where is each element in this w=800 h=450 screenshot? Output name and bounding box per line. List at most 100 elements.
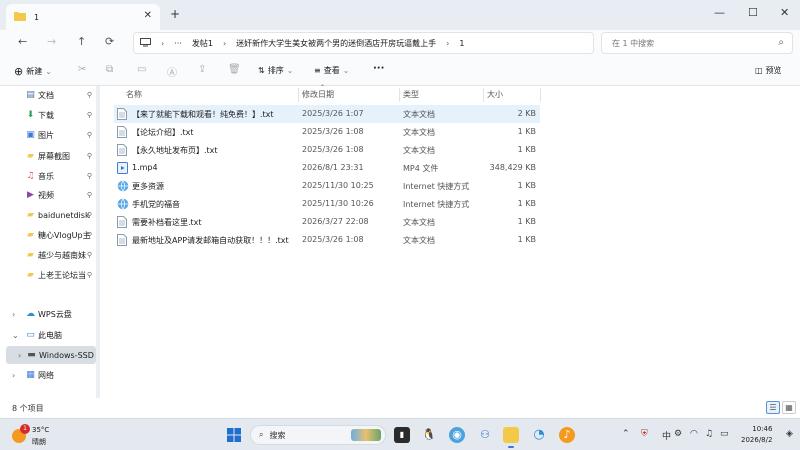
pin-icon: ⚲ — [86, 191, 92, 199]
column-header-size[interactable]: 大小 — [487, 89, 503, 100]
pin-icon: ⚲ — [86, 251, 92, 259]
file-row[interactable]: 手机党的福音 2025/11/30 10:26 Internet 快捷方式 1 KB — [114, 195, 540, 213]
column-divider[interactable] — [298, 88, 299, 102]
pin-icon: ⚲ — [86, 131, 92, 139]
column-header-date[interactable]: 修改日期 — [302, 89, 334, 100]
column-divider[interactable] — [540, 88, 541, 102]
maximize-button[interactable]: ☐ — [748, 6, 758, 19]
breadcrumb-item[interactable]: 发帖1 — [192, 38, 213, 49]
file-row[interactable]: 【永久地址发布页】.txt 2025/3/26 1:08 文本文档 1 KB — [114, 141, 540, 159]
file-row[interactable]: 最新地址及APP请发邮箱自动获取！！！.txt 2025/3/26 1:08 文本文… — [114, 231, 540, 249]
sidebar-item[interactable]: › ▬ Windows-SSD — [6, 346, 96, 364]
preview-button[interactable]: ◫ 预览 — [755, 65, 782, 76]
qq-icon[interactable]: 🐧 — [421, 427, 437, 443]
sidebar-item[interactable]: › ▦ 网络 — [0, 366, 96, 384]
ime-indicator[interactable]: 中 — [662, 429, 671, 442]
search-input[interactable]: 在 1 中搜索 ⌕ — [601, 32, 793, 54]
sort-button[interactable]: ⇅ 排序 ⌄ — [258, 65, 293, 76]
forward-button[interactable]: → — [47, 35, 56, 48]
chevron-right-icon[interactable]: › — [18, 351, 21, 360]
new-button[interactable]: ⊕ 新建 ⌄ — [14, 65, 52, 78]
browser-icon[interactable]: ◉ — [449, 427, 465, 443]
battery-icon[interactable]: ▭ — [720, 429, 729, 439]
sidebar-item-label: 音乐 — [38, 171, 54, 181]
column-header-type[interactable]: 类型 — [403, 89, 419, 100]
minimize-button[interactable]: — — [714, 6, 725, 19]
delete-icon[interactable]: 🗑 — [228, 64, 241, 75]
edge-icon[interactable]: ◔ — [531, 427, 547, 443]
security-icon[interactable]: ⛨ — [641, 429, 648, 439]
column-header-name[interactable]: 名称 — [126, 89, 142, 100]
back-button[interactable]: ← — [18, 35, 27, 48]
file-date: 2025/3/26 1:08 — [302, 127, 364, 136]
search-placeholder: 在 1 中搜索 — [612, 38, 655, 48]
wifi-icon[interactable]: ◠ — [690, 429, 698, 439]
close-window-button[interactable]: ✕ — [780, 6, 789, 19]
address-bar[interactable]: › ··· 发帖1 › 迷奸新作大学生美女被两个男的迷倒酒店开房玩逼戴上手 › … — [133, 32, 594, 54]
task-view-icon[interactable]: ▮ — [394, 427, 410, 443]
file-row[interactable]: 更多资源 2025/11/30 10:25 Internet 快捷方式 1 KB — [114, 177, 540, 195]
sidebar-item[interactable]: ⬇ 下载 ⚲ — [0, 106, 96, 124]
sidebar-item[interactable]: ▰ 越少与越南妹 ⚲ — [0, 246, 96, 264]
sidebar-item[interactable]: ▤ 文档 ⚲ — [0, 86, 96, 104]
more-locations-button[interactable]: ··· — [174, 39, 182, 48]
tab-current[interactable]: 1 ✕ — [6, 4, 160, 30]
rename-icon[interactable]: Ⓐ — [167, 64, 177, 79]
chevron-right-icon[interactable]: › — [12, 310, 15, 319]
file-row[interactable]: 【论坛介绍】.txt 2025/3/26 1:08 文本文档 1 KB — [114, 123, 540, 141]
main-area: ▤ 文档 ⚲ ⬇ 下载 ⚲ ▣ 图片 ⚲ ▰ 屏幕截图 ⚲ ♫ 音乐 ⚲ ▶ 视频 ⚲ ▰ baidunetdisk ⚲… — [0, 84, 800, 398]
tray-overflow-icon[interactable]: ⌃ — [622, 429, 630, 439]
file-size: 348,429 KB — [489, 163, 536, 172]
sidebar-item[interactable]: ▰ 糖心VlogUp主 ⚲ — [0, 226, 96, 244]
text-file-icon — [117, 126, 128, 138]
sidebar-item[interactable]: ▰ 屏幕截图 ⚲ — [0, 147, 96, 165]
sidebar-item[interactable]: ♫ 音乐 ⚲ — [0, 167, 96, 185]
file-explorer-icon[interactable] — [503, 427, 519, 448]
text-file-icon — [117, 216, 128, 228]
file-row[interactable]: 【来了就能下载和观看！纯免费！】.txt 2025/3/26 1:07 文本文档 2 … — [114, 105, 540, 123]
breadcrumb-item[interactable]: 1 — [459, 39, 464, 48]
sidebar-item[interactable]: ▶ 视频 ⚲ — [0, 186, 96, 204]
breadcrumb-item[interactable]: 迷奸新作大学生美女被两个男的迷倒酒店开房玩逼戴上手 — [236, 38, 436, 49]
column-divider[interactable] — [399, 88, 400, 102]
sidebar-item-label: 上老王论坛当 — [38, 270, 86, 280]
sidebar-scrollbar[interactable] — [96, 86, 100, 398]
view-icon: ≡ — [314, 66, 321, 75]
sidebar-item-label: 文档 — [38, 90, 54, 100]
details-view-button[interactable]: ☰ — [766, 401, 780, 414]
sidebar-item[interactable]: › ☁ WPS云盘 — [0, 305, 96, 323]
sidebar-item[interactable]: ▰ 上老王论坛当 ⚲ — [0, 266, 96, 284]
network-app-icon[interactable]: ⚇ — [477, 427, 493, 443]
copy-icon[interactable]: ⧉ — [106, 64, 113, 75]
new-button-label: 新建 — [26, 67, 43, 76]
chevron-right-icon[interactable]: › — [12, 371, 15, 380]
start-button[interactable] — [226, 428, 242, 444]
volume-icon[interactable]: ♫ — [705, 429, 713, 439]
media-player-icon[interactable]: ♪ — [559, 427, 575, 443]
tiles-view-button[interactable]: ▦ — [782, 401, 796, 414]
file-date: 2025/11/30 10:25 — [302, 181, 374, 190]
file-row[interactable]: 1.mp4 2026/8/1 23:31 MP4 文件 348,429 KB — [114, 159, 540, 177]
up-button[interactable]: ↑ — [77, 35, 86, 48]
taskbar-search[interactable]: ⌕ 搜索 — [250, 425, 386, 445]
clock[interactable]: 10:46 2026/8/2 — [741, 424, 772, 446]
file-size: 2 KB — [517, 109, 536, 118]
file-date: 2025/3/26 1:08 — [302, 145, 364, 154]
column-divider[interactable] — [483, 88, 484, 102]
ime-settings-icon[interactable]: ⚙ — [674, 429, 682, 439]
sidebar-item[interactable]: ▰ baidunetdisk ⚲ — [0, 206, 96, 224]
sidebar-item[interactable]: ▣ 图片 ⚲ — [0, 126, 96, 144]
sidebar-item-label: Windows-SSD — [39, 350, 94, 360]
file-row[interactable]: 需要补档看这里.txt 2026/3/27 22:08 文本文档 1 KB — [114, 213, 540, 231]
chevron-down-icon[interactable]: ⌄ — [12, 331, 19, 340]
sidebar-item[interactable]: ⌄ ▭ 此电脑 — [0, 326, 96, 344]
refresh-button[interactable]: ⟳ — [105, 35, 114, 48]
view-button[interactable]: ≡ 查看 ⌄ — [314, 65, 349, 76]
cut-icon[interactable]: ✂ — [78, 64, 86, 75]
new-tab-button[interactable]: + — [170, 7, 180, 21]
share-icon[interactable]: ⇪ — [198, 64, 206, 75]
more-options-button[interactable]: ··· — [373, 63, 384, 74]
close-tab-icon[interactable]: ✕ — [144, 10, 152, 21]
paste-icon[interactable]: ▭ — [137, 64, 146, 75]
notifications-icon[interactable]: ◈ — [786, 429, 793, 439]
